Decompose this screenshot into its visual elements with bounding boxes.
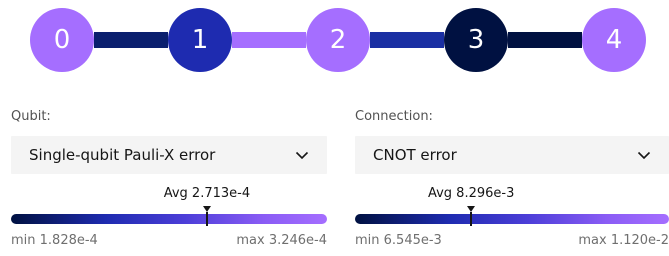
qubit-node-label: 3 xyxy=(467,25,485,55)
chevron-down-icon xyxy=(637,151,651,160)
connection-error-select[interactable]: CNOT error xyxy=(355,136,669,174)
qubit-error-select-value: Single-qubit Pauli-X error xyxy=(29,146,216,164)
connection-avg-row: Avg 8.296e-3 xyxy=(355,186,669,212)
connection-gradient-bar xyxy=(355,214,669,224)
connection-colorbar xyxy=(355,212,669,226)
qubit-node-3[interactable]: 3 xyxy=(444,8,508,72)
connection-avg-tick xyxy=(470,212,473,226)
qubit-min-label: min 1.828e-4 xyxy=(11,233,98,248)
qubit-avg-label: Avg 2.713e-4 xyxy=(163,186,251,201)
qubit-gradient-bar xyxy=(11,214,327,224)
connection-min-label: min 6.545e-3 xyxy=(355,233,442,248)
edge-1-2[interactable] xyxy=(232,32,306,48)
connection-avg-label: Avg 8.296e-3 xyxy=(427,186,515,201)
qubit-avg-tick xyxy=(205,212,208,226)
qubit-node-label: 2 xyxy=(329,25,347,55)
qubit-node-0[interactable]: 0 xyxy=(30,8,94,72)
qubit-node-4[interactable]: 4 xyxy=(582,8,646,72)
connection-label: Connection: xyxy=(355,109,433,124)
qubit-error-select[interactable]: Single-qubit Pauli-X error xyxy=(11,136,327,174)
qubit-node-2[interactable]: 2 xyxy=(306,8,370,72)
qubit-avg-row: Avg 2.713e-4 xyxy=(11,186,327,212)
edge-3-4[interactable] xyxy=(508,32,582,48)
qubit-panel: Qubit: Single-qubit Pauli-X error Avg 2.… xyxy=(11,108,327,248)
edge-2-3[interactable] xyxy=(370,32,444,48)
qubit-node-label: 4 xyxy=(605,25,623,55)
qubit-label: Qubit: xyxy=(11,109,51,124)
connection-panel: Connection: CNOT error Avg 8.296e-3 min … xyxy=(355,108,669,248)
qubit-range: min 1.828e-4 max 3.246e-4 xyxy=(11,233,327,248)
qubit-max-label: max 3.246e-4 xyxy=(236,233,327,248)
chevron-down-icon xyxy=(295,151,309,160)
qubit-colorbar xyxy=(11,212,327,226)
edge-0-1[interactable] xyxy=(94,32,168,48)
qubit-node-label: 0 xyxy=(53,25,71,55)
connection-range: min 6.545e-3 max 1.120e-2 xyxy=(355,233,669,248)
qubit-topology-map: 0 1 2 3 4 xyxy=(0,0,669,80)
connection-max-label: max 1.120e-2 xyxy=(578,233,669,248)
connection-error-select-value: CNOT error xyxy=(373,146,457,164)
qubit-node-1[interactable]: 1 xyxy=(168,8,232,72)
qubit-node-label: 1 xyxy=(191,25,209,55)
